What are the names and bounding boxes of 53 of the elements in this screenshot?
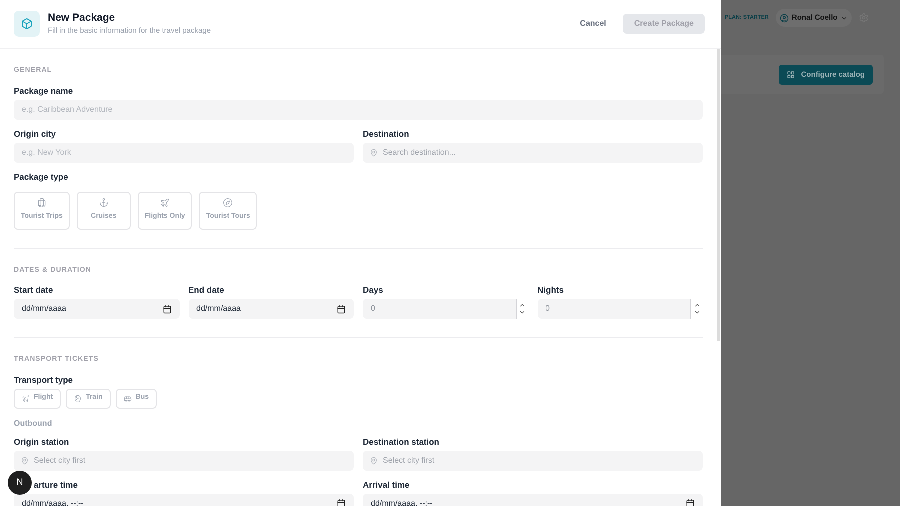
field-label: Origin city: [14, 128, 56, 140]
grid-icon: [787, 70, 796, 78]
number-field[interactable]: 0: [363, 299, 528, 319]
field-label: Nights: [538, 285, 564, 296]
location-input[interactable]: Select city first: [383, 454, 696, 466]
map-pin-icon: [21, 456, 29, 464]
subsection-heading: Outbound: [14, 418, 52, 430]
dialog-title: New Package: [48, 12, 116, 25]
field-label: Package type: [14, 172, 68, 182]
field-label: arture time: [34, 480, 78, 490]
calendar-icon: [686, 499, 695, 506]
location-field[interactable]: Search destination...: [363, 142, 703, 162]
text-field[interactable]: e.g. Caribbean Adventure: [14, 100, 703, 120]
luggage-icon: [36, 198, 47, 208]
field-label: Destination station: [363, 436, 440, 448]
plane-icon: [22, 394, 30, 402]
number-input[interactable]: 0: [371, 303, 516, 315]
increment-icon[interactable]: [519, 302, 526, 309]
box-icon: [21, 18, 33, 30]
location-field[interactable]: Select city first: [14, 450, 354, 470]
compass-icon: [223, 198, 234, 208]
decrement-icon[interactable]: [694, 309, 700, 316]
plane-icon: [160, 198, 170, 208]
chevron-down-icon: [840, 14, 848, 22]
field-label: End date: [188, 285, 224, 296]
calendar-icon: [337, 304, 346, 314]
location-input[interactable]: Search destination...: [383, 146, 696, 158]
field-label: Start date: [14, 285, 54, 296]
location-field[interactable]: Select city first: [363, 450, 703, 470]
field-label: Days: [363, 285, 384, 296]
date-field[interactable]: dd/mm/aaaa: [188, 299, 354, 319]
field-label: Transport type: [14, 374, 74, 386]
field-label: Package name: [14, 86, 74, 96]
scrollbar-thumb[interactable]: [717, 49, 720, 341]
number-field[interactable]: 0: [538, 299, 703, 319]
date-field[interactable]: dd/mm/aaaa: [14, 299, 180, 319]
decrement-icon[interactable]: [519, 309, 526, 316]
calendar-icon: [162, 304, 172, 314]
calendar-icon: [337, 499, 346, 506]
anchor-icon: [98, 198, 109, 208]
cancel-button[interactable]: Cancel: [580, 18, 606, 30]
field-label: Origin station: [14, 436, 70, 448]
increment-icon[interactable]: [694, 302, 700, 309]
field-label: Destination: [363, 128, 410, 140]
bus-icon: [124, 394, 132, 402]
map-pin-icon: [370, 148, 378, 156]
text-field[interactable]: e.g. New York: [14, 142, 354, 162]
location-input[interactable]: Select city first: [34, 454, 347, 466]
field-label: Arrival time: [363, 480, 410, 490]
train-icon: [74, 394, 82, 402]
number-input[interactable]: 0: [546, 303, 690, 315]
map-pin-icon: [370, 456, 378, 464]
user-icon: [780, 14, 789, 22]
